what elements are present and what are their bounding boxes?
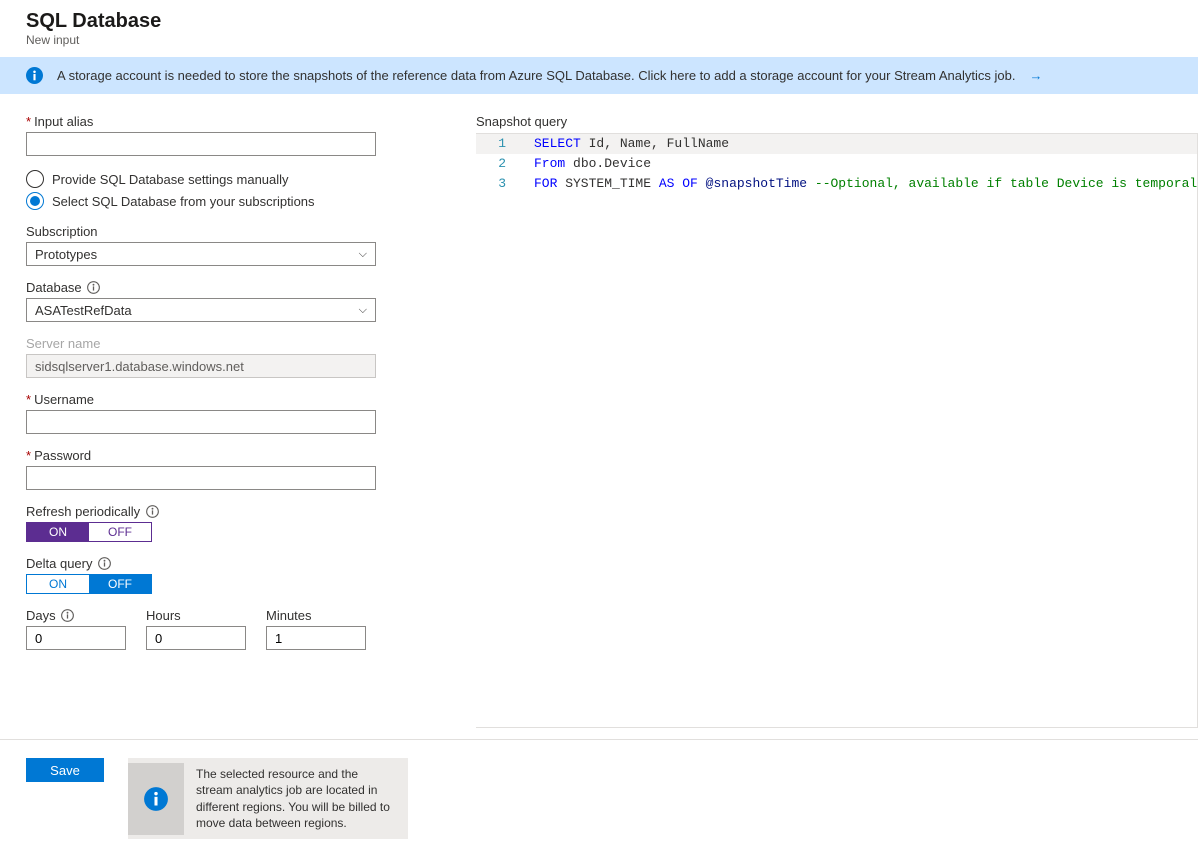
password-label: *Password	[26, 448, 376, 463]
password-field[interactable]	[26, 466, 376, 490]
server-name-label: Server name	[26, 336, 376, 351]
delta-on[interactable]: ON	[27, 575, 89, 593]
days-field[interactable]	[26, 626, 126, 650]
info-icon	[26, 67, 43, 84]
info-icon	[98, 557, 111, 570]
delta-label: Delta query	[26, 556, 376, 571]
settings-form: *Input alias Provide SQL Database settin…	[26, 114, 376, 724]
server-name-field	[26, 354, 376, 378]
code-line: SELECT Id, Name, FullName	[518, 134, 729, 154]
input-alias-label: *Input alias	[26, 114, 376, 129]
refresh-off[interactable]: OFF	[89, 523, 151, 541]
radio-manual[interactable]: Provide SQL Database settings manually	[26, 170, 376, 188]
page-header: SQL Database New input	[0, 0, 1198, 51]
arrow-right-icon: →	[1029, 68, 1042, 83]
database-select[interactable]: ASATestRefData ⌵	[26, 298, 376, 322]
radio-manual-label: Provide SQL Database settings manually	[52, 172, 289, 187]
sql-editor[interactable]: 1 SELECT Id, Name, FullName 2 From dbo.D…	[476, 133, 1198, 728]
radio-subscriptions-label: Select SQL Database from your subscripti…	[52, 194, 315, 209]
subscription-select[interactable]: Prototypes ⌵	[26, 242, 376, 266]
code-line: FOR SYSTEM_TIME AS OF @snapshotTime --Op…	[518, 174, 1197, 194]
snapshot-label: Snapshot query	[476, 114, 1198, 129]
delta-toggle[interactable]: ON OFF	[26, 574, 152, 594]
username-field[interactable]	[26, 410, 376, 434]
line-number: 2	[476, 154, 518, 174]
save-button[interactable]: Save	[26, 758, 104, 782]
line-number: 1	[476, 134, 518, 154]
hours-label: Hours	[146, 608, 246, 623]
info-icon	[128, 763, 184, 835]
input-alias-field[interactable]	[26, 132, 376, 156]
subscription-value: Prototypes	[35, 247, 97, 262]
line-number: 3	[476, 174, 518, 194]
minutes-field[interactable]	[266, 626, 366, 650]
page-subtitle: New input	[26, 33, 1172, 47]
chevron-down-icon: ⌵	[359, 304, 367, 317]
minutes-label: Minutes	[266, 608, 366, 623]
snapshot-panel: Snapshot query 1 SELECT Id, Name, FullNa…	[476, 114, 1198, 724]
banner-text: A storage account is needed to store the…	[57, 68, 1015, 83]
code-line: From dbo.Device	[518, 154, 651, 174]
page-title: SQL Database	[26, 10, 1172, 33]
notice-text: The selected resource and the stream ana…	[184, 758, 408, 839]
info-icon	[61, 609, 74, 622]
database-value: ASATestRefData	[35, 303, 132, 318]
database-label: Database	[26, 280, 376, 295]
region-notice: The selected resource and the stream ana…	[128, 758, 408, 839]
delta-off[interactable]: OFF	[89, 575, 151, 593]
chevron-down-icon: ⌵	[359, 248, 367, 261]
hours-field[interactable]	[146, 626, 246, 650]
subscription-label: Subscription	[26, 224, 376, 239]
days-label: Days	[26, 608, 126, 623]
username-label: *Username	[26, 392, 376, 407]
refresh-toggle[interactable]: ON OFF	[26, 522, 152, 542]
storage-banner[interactable]: A storage account is needed to store the…	[0, 57, 1198, 94]
footer: Save The selected resource and the strea…	[0, 739, 1198, 857]
radio-subscriptions[interactable]: Select SQL Database from your subscripti…	[26, 192, 376, 210]
refresh-on[interactable]: ON	[27, 523, 89, 541]
info-icon	[146, 505, 159, 518]
info-icon	[87, 281, 100, 294]
refresh-label: Refresh periodically	[26, 504, 376, 519]
